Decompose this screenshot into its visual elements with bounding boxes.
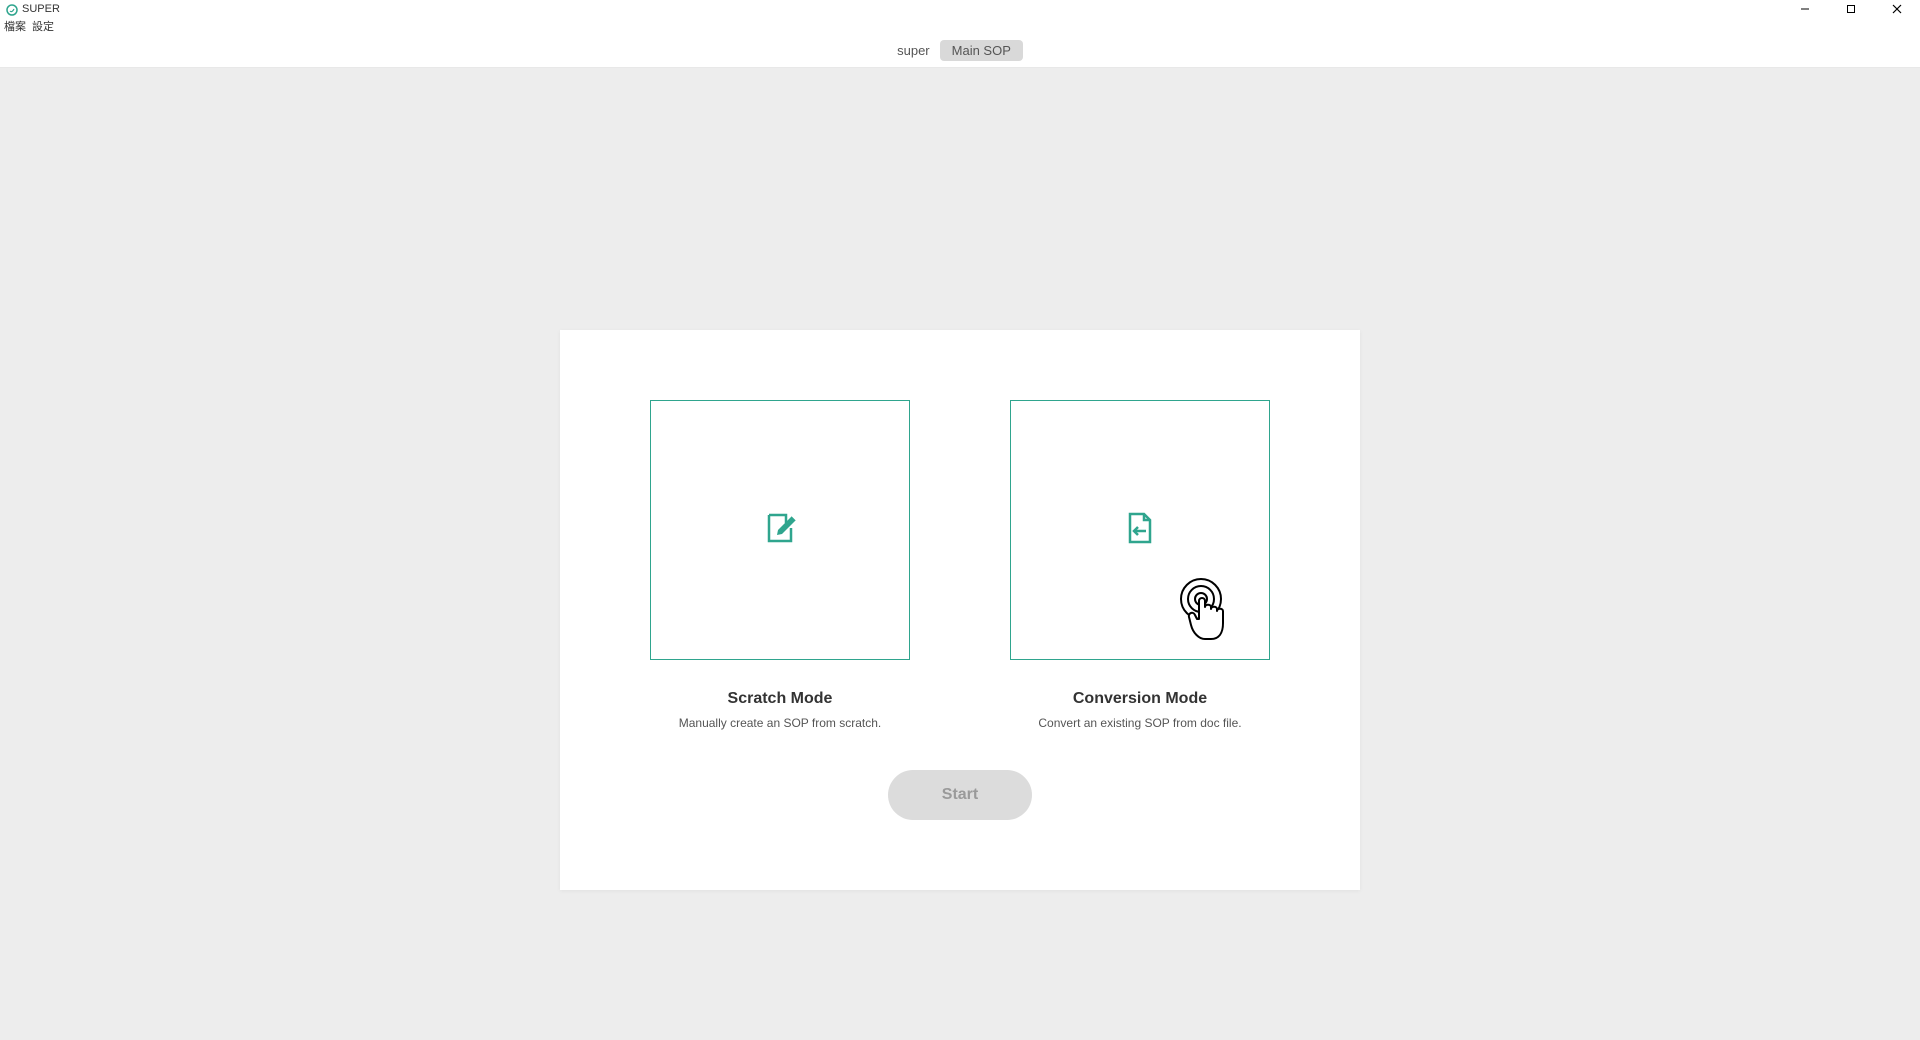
- tab-main-sop[interactable]: Main SOP: [940, 40, 1023, 61]
- app-title: SUPER: [22, 3, 60, 15]
- window-controls: [1782, 0, 1920, 18]
- tab-super[interactable]: super: [897, 43, 930, 58]
- conversion-mode-desc: Convert an existing SOP from doc file.: [1038, 716, 1241, 730]
- conversion-mode-title: Conversion Mode: [1073, 690, 1207, 708]
- edit-document-icon: [762, 510, 798, 551]
- app-logo-icon: [6, 3, 18, 15]
- scratch-mode-box[interactable]: [650, 400, 910, 660]
- mode-options: Scratch Mode Manually create an SOP from…: [560, 330, 1360, 730]
- mode-selection-card: Scratch Mode Manually create an SOP from…: [560, 330, 1360, 890]
- titlebar: SUPER: [0, 0, 1920, 18]
- scratch-mode-option: Scratch Mode Manually create an SOP from…: [650, 400, 910, 730]
- tabbar: super Main SOP: [0, 34, 1920, 68]
- scratch-mode-desc: Manually create an SOP from scratch.: [679, 716, 882, 730]
- close-button[interactable]: [1874, 0, 1920, 18]
- tab-group: super Main SOP: [897, 40, 1023, 61]
- maximize-button[interactable]: [1828, 0, 1874, 18]
- start-button[interactable]: Start: [888, 770, 1032, 820]
- content-area: Scratch Mode Manually create an SOP from…: [0, 68, 1920, 1040]
- conversion-mode-box[interactable]: [1010, 400, 1270, 660]
- menubar: 檔案 設定: [0, 18, 1920, 34]
- menu-settings[interactable]: 設定: [32, 18, 54, 34]
- pointer-click-icon: [1169, 571, 1249, 651]
- scratch-mode-title: Scratch Mode: [728, 690, 833, 708]
- menu-file[interactable]: 檔案: [4, 18, 26, 34]
- minimize-button[interactable]: [1782, 0, 1828, 18]
- conversion-mode-option: Conversion Mode Convert an existing SOP …: [1010, 400, 1270, 730]
- import-document-icon: [1122, 510, 1158, 551]
